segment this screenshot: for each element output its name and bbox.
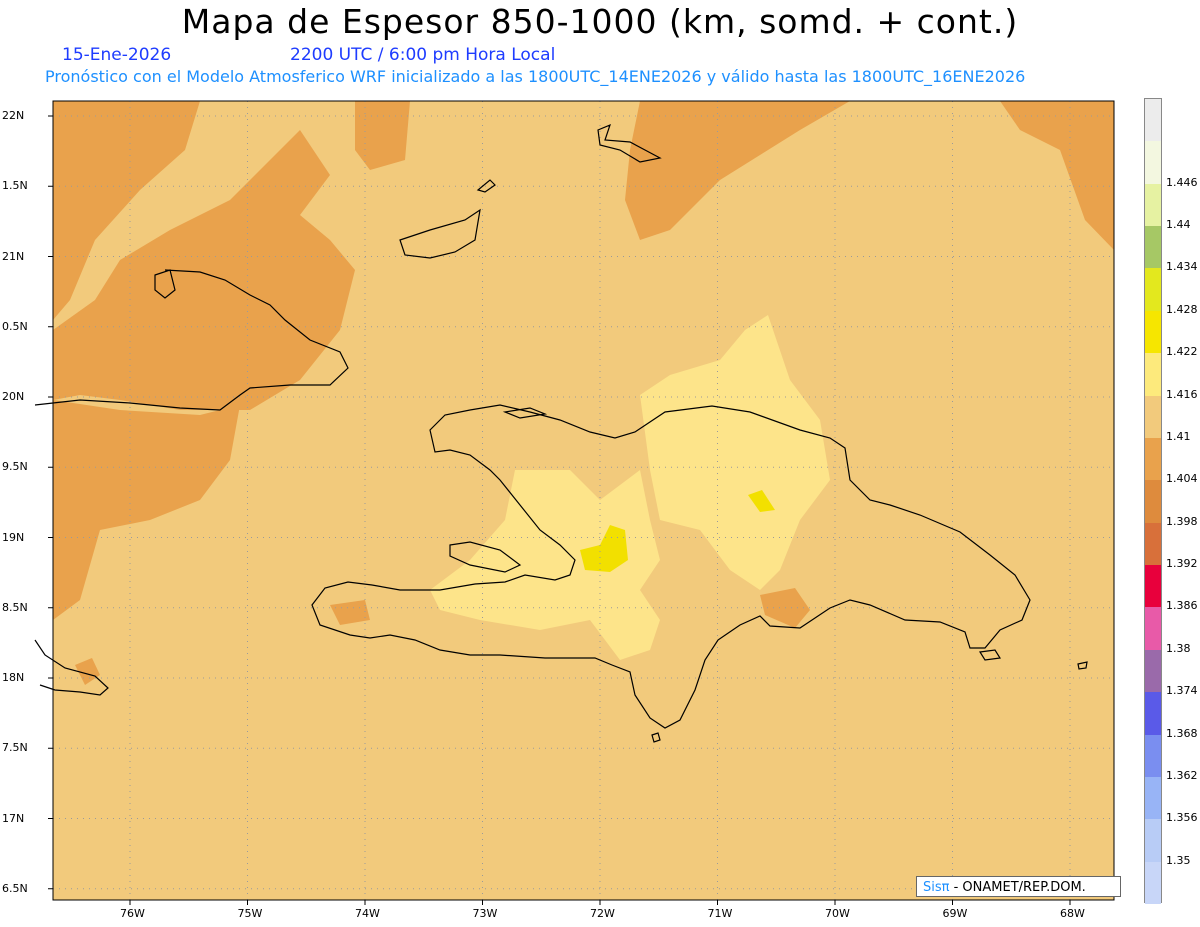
- colorbar-segment: [1145, 607, 1161, 651]
- latitude-label: 20N: [2, 390, 25, 403]
- colorbar-segment: [1145, 649, 1161, 693]
- forecast-time: 2200 UTC / 6:00 pm Hora Local: [290, 45, 556, 65]
- colorbar-label: 1.374: [1166, 684, 1198, 698]
- longitude-label: 76W: [120, 907, 145, 920]
- colorbar-segment: [1145, 141, 1161, 185]
- latitude-label: 7.5N: [2, 741, 28, 755]
- colorbar-segment: [1145, 437, 1161, 481]
- forecast-date: 15-Ene-2026: [62, 45, 172, 65]
- colorbar-label: 1.362: [1166, 768, 1198, 782]
- longitude-label: 74W: [355, 907, 380, 920]
- colorbar-label: 1.416: [1166, 387, 1198, 401]
- colorbar-segment: [1145, 310, 1161, 354]
- latitude-label: 22N: [2, 109, 25, 122]
- colorbar: [1144, 98, 1162, 905]
- latitude-label: 6.5N: [2, 881, 28, 895]
- colorbar-label: 1.38: [1166, 641, 1191, 655]
- latitude-label: 19N: [2, 530, 25, 544]
- colorbar-segment: [1145, 99, 1161, 142]
- colorbar-label: 1.35: [1166, 853, 1191, 867]
- colorbar-segment: [1145, 480, 1161, 524]
- longitude-label: 75W: [237, 907, 263, 920]
- colorbar-label: 1.422: [1166, 345, 1198, 359]
- longitude-label: 69W: [942, 907, 968, 920]
- colorbar-label: 1.428: [1166, 302, 1198, 316]
- colorbar-segment: [1145, 395, 1161, 439]
- credit-box: Sisπ - ONAMET/REP.DOM.: [916, 876, 1121, 897]
- colorbar-segment: [1145, 819, 1161, 863]
- colorbar-label: 1.404: [1166, 472, 1198, 486]
- latitude-label: 9.5N: [2, 460, 28, 474]
- colorbar-label: 1.434: [1166, 260, 1198, 274]
- longitude-label: 73W: [472, 907, 498, 920]
- colorbar-segment: [1145, 861, 1161, 905]
- latitude-label: 18N: [2, 671, 25, 684]
- colorbar-label: 1.386: [1166, 599, 1198, 613]
- latitude-label: 1.5N: [2, 179, 28, 193]
- colorbar-segment: [1145, 353, 1161, 397]
- sis-logo: Sisπ: [923, 880, 950, 895]
- colorbar-segment: [1145, 522, 1161, 566]
- model-subtitle: Pronóstico con el Modelo Atmosferico WRF…: [45, 67, 1026, 86]
- map-title: Mapa de Espesor 850-1000 (km, somd. + co…: [181, 2, 1019, 41]
- latitude-label: 17N: [2, 811, 25, 825]
- colorbar-label: 1.446: [1166, 175, 1198, 189]
- longitude-label: 70W: [825, 907, 850, 920]
- longitude-label: 72W: [590, 907, 615, 920]
- longitude-label: 68W: [1060, 907, 1085, 920]
- latitude-label: 21N: [2, 249, 25, 263]
- thickness-map: [34, 100, 1115, 905]
- colorbar-label: 1.356: [1166, 811, 1198, 825]
- colorbar-label: 1.41: [1166, 429, 1191, 443]
- colorbar-label: 1.368: [1166, 726, 1198, 740]
- colorbar-segment: [1145, 565, 1161, 608]
- latitude-label: 8.5N: [2, 600, 28, 614]
- latitude-label: 0.5N: [2, 319, 28, 333]
- colorbar-segment: [1145, 226, 1161, 269]
- credit-org: - ONAMET/REP.DOM.: [949, 880, 1086, 895]
- colorbar-segment: [1145, 183, 1161, 227]
- colorbar-segment: [1145, 692, 1161, 736]
- colorbar-label: 1.392: [1166, 557, 1198, 571]
- darker-shading-inagua: [355, 101, 410, 170]
- colorbar-segment: [1145, 734, 1161, 778]
- colorbar-segment: [1145, 268, 1161, 312]
- longitude-label: 71W: [707, 907, 733, 920]
- colorbar-segment: [1145, 776, 1161, 820]
- colorbar-label: 1.44: [1166, 218, 1191, 232]
- colorbar-label: 1.398: [1166, 514, 1198, 528]
